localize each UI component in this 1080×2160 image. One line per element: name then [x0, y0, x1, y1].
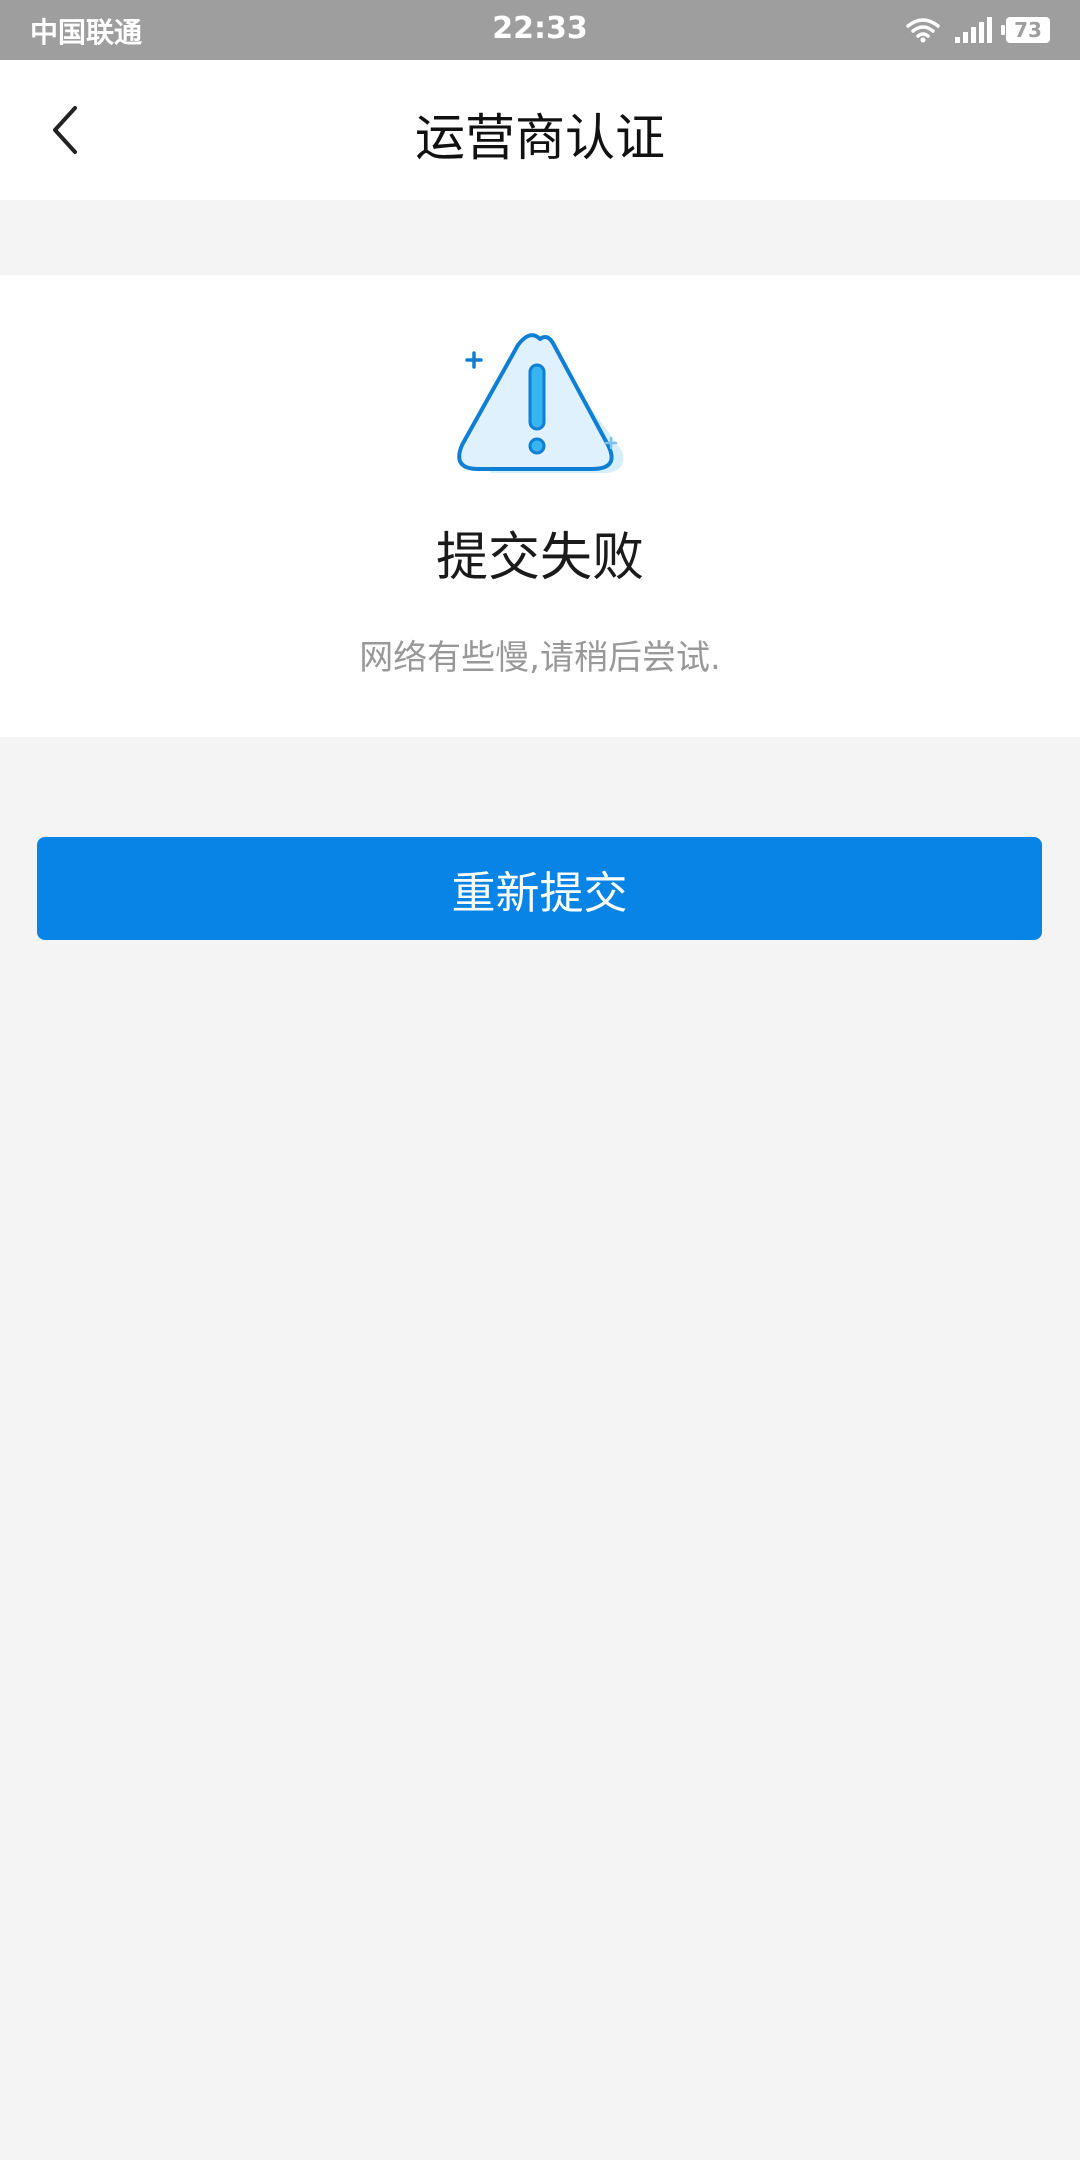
wifi-icon: [906, 18, 940, 43]
result-card: 提交失败 网络有些慢,请稍后尝试.: [0, 275, 1080, 737]
status-icons: 73: [906, 12, 1050, 48]
signal-icon: [955, 17, 992, 43]
resubmit-button[interactable]: 重新提交: [37, 837, 1042, 940]
warning-triangle-icon: [457, 333, 624, 473]
result-description: 网络有些慢,请稍后尝试.: [359, 638, 721, 678]
status-bar: 中国联通 22:33 73: [0, 0, 1080, 60]
result-title: 提交失败: [435, 528, 644, 588]
nav-bar: 运营商认证: [0, 60, 1080, 200]
battery-level: 73: [1014, 18, 1042, 42]
battery-icon: 73: [1001, 17, 1050, 43]
page-title: 运营商认证: [415, 109, 665, 167]
